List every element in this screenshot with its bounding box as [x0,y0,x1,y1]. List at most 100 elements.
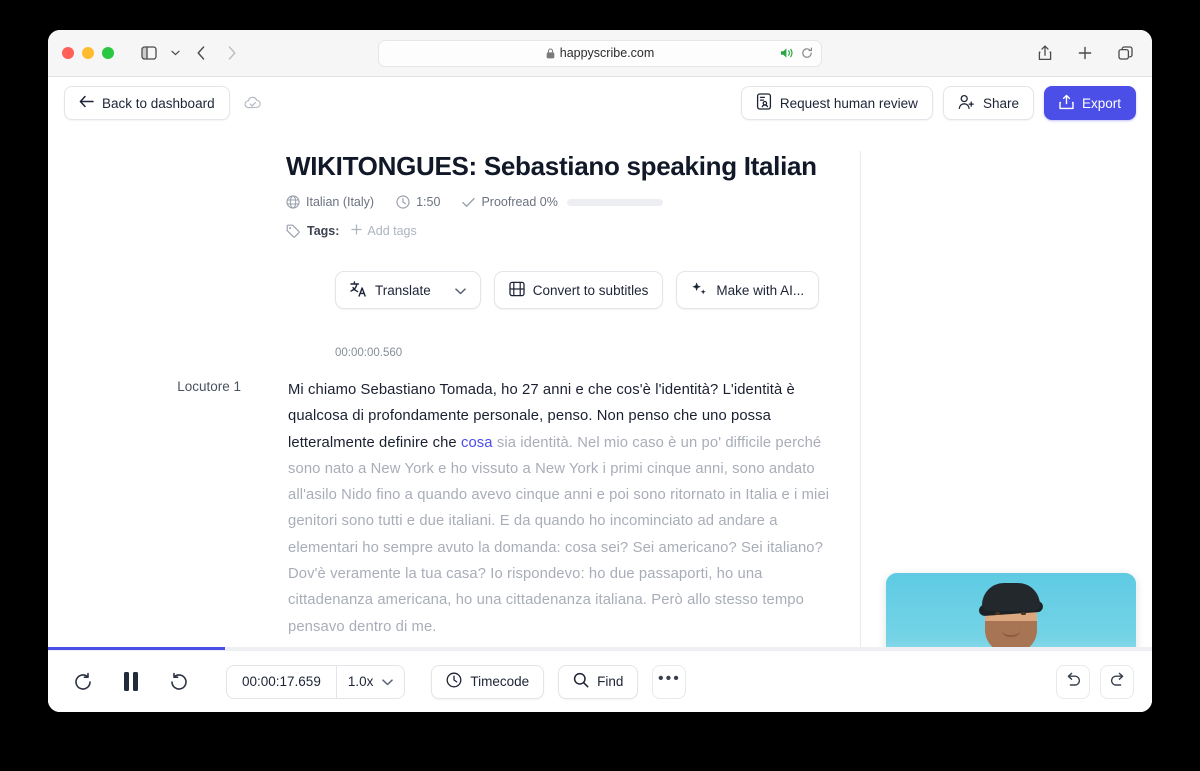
timecode-button[interactable]: Timecode [431,664,545,699]
request-human-review-label: Request human review [779,95,918,111]
sparkle-icon [691,281,708,300]
video-preview[interactable] [886,573,1136,650]
editor-content: WIKITONGUES: Sebastiano speaking Italian… [48,129,1152,650]
playback-speed-value: 1.0x [347,674,374,689]
segment-timestamp[interactable]: 00:00:00.560 [335,347,1152,359]
meta-proofread: Proofread 0% [462,195,663,209]
globe-icon [286,195,300,209]
chevron-down-icon [455,283,466,298]
clock-icon [396,195,410,209]
clock-icon [446,672,462,691]
more-options-button[interactable]: ••• [652,664,687,699]
tag-icon [286,224,300,238]
undo-icon [1065,672,1082,692]
browser-chrome: happyscribe.com [48,30,1152,77]
chevron-down-icon[interactable] [167,40,183,66]
timecode-speed-group: 00:00:17.659 1.0x [226,664,406,699]
playback-speed-select[interactable]: 1.0x [337,674,405,689]
tags-row: Tags: Add tags [286,224,1152,238]
minimize-window-button[interactable] [82,47,94,59]
timecode-button-label: Timecode [470,674,530,689]
upload-icon [1059,94,1074,113]
share-button[interactable]: Share [942,86,1034,120]
playback-progress-track[interactable] [48,647,1152,650]
playback-progress-fill [48,647,225,650]
address-bar[interactable]: happyscribe.com [378,39,822,67]
redo-button[interactable] [1100,664,1134,699]
make-with-ai-button[interactable]: Make with AI... [676,271,820,309]
translate-label: Translate [375,282,431,298]
address-bar-actions [780,41,813,66]
speaker-playing-icon[interactable] [780,47,794,59]
proofread-progress-bar [566,198,663,206]
make-with-ai-label: Make with AI... [716,282,805,298]
reload-icon[interactable] [801,47,813,59]
transcript-text[interactable]: Mi chiamo Sebastiano Tomada, ho 27 anni … [288,377,840,640]
add-tags-button[interactable]: Add tags [351,224,417,238]
meta-duration-label: 1:50 [416,195,441,209]
ellipsis-icon: ••• [658,670,681,687]
back-to-dashboard-button[interactable]: Back to dashboard [64,86,230,120]
translate-icon [350,280,367,300]
preview-subject-cap [982,583,1040,611]
window-traffic-lights[interactable] [62,47,114,59]
plus-icon[interactable] [1072,40,1098,66]
happyscribe-app: Back to dashboard Request human review S… [48,77,1152,712]
address-bar-url: happyscribe.com [559,46,655,60]
find-button[interactable]: Find [558,664,639,699]
share-button-label: Share [982,95,1019,111]
preview-subject-eye-right [1021,612,1026,615]
proofread-status: Proofread 0% [462,195,558,209]
browser-window: happyscribe.com Back to dashboard Reques… [48,30,1152,712]
document-meta: Italian (Italy) 1:50 Proofread 0% [286,195,1152,209]
check-icon [462,197,476,208]
meta-language-label: Italian (Italy) [306,195,375,209]
chevron-down-icon [382,674,394,689]
browser-toolbar-right [1032,40,1138,66]
pause-button[interactable] [114,665,148,699]
arrow-left-icon [79,95,94,111]
rewind-10-icon[interactable] [66,665,100,699]
meta-language: Italian (Italy) [286,195,374,209]
browser-nav-controls [136,40,245,66]
person-add-icon [958,94,975,113]
search-icon [573,672,589,691]
speaker-label[interactable]: Locutore 1 [166,377,288,640]
app-toolbar: Back to dashboard Request human review S… [48,77,1152,129]
app-toolbar-right: Request human review Share Export [740,86,1136,120]
request-human-review-button[interactable]: Request human review [740,86,933,120]
nav-back-icon[interactable] [188,40,214,66]
player-toolbar: 00:00:17.659 1.0x Timecode Find ••• [48,650,1152,712]
transcript-upcoming: sia identità. Nel mio caso è un po' diff… [288,434,830,635]
translate-button[interactable]: Translate [335,271,481,309]
pause-icon [124,672,138,691]
action-buttons: Translate Convert to subtitles Make with… [335,271,1152,309]
convert-to-subtitles-button[interactable]: Convert to subtitles [493,271,664,309]
film-icon [509,281,525,300]
export-button[interactable]: Export [1043,86,1136,120]
current-timecode-value[interactable]: 00:00:17.659 [227,665,337,698]
tab-overview-icon[interactable] [1112,40,1138,66]
proofread-label: Proofread 0% [481,195,558,209]
player-toolbar-right [1056,664,1134,699]
cloud-check-icon [244,96,262,110]
undo-button[interactable] [1056,664,1090,699]
sidebar-toggle-icon[interactable] [136,40,162,66]
back-to-dashboard-label: Back to dashboard [102,95,215,111]
document-person-icon [756,93,772,113]
maximize-window-button[interactable] [102,47,114,59]
share-icon[interactable] [1032,40,1058,66]
meta-duration: 1:50 [396,195,440,209]
export-button-label: Export [1081,95,1121,111]
content-divider [860,151,861,650]
page-title: WIKITONGUES: Sebastiano speaking Italian [286,151,817,181]
add-tags-label: Add tags [367,224,417,238]
forward-10-icon[interactable] [162,665,196,699]
lock-icon [546,47,555,59]
tags-label-group: Tags: [286,224,339,238]
find-button-label: Find [597,674,624,689]
transcript-current-word: cosa [460,434,493,451]
preview-subject-eye-left [995,612,1000,615]
close-window-button[interactable] [62,47,74,59]
nav-forward-icon[interactable] [219,40,245,66]
